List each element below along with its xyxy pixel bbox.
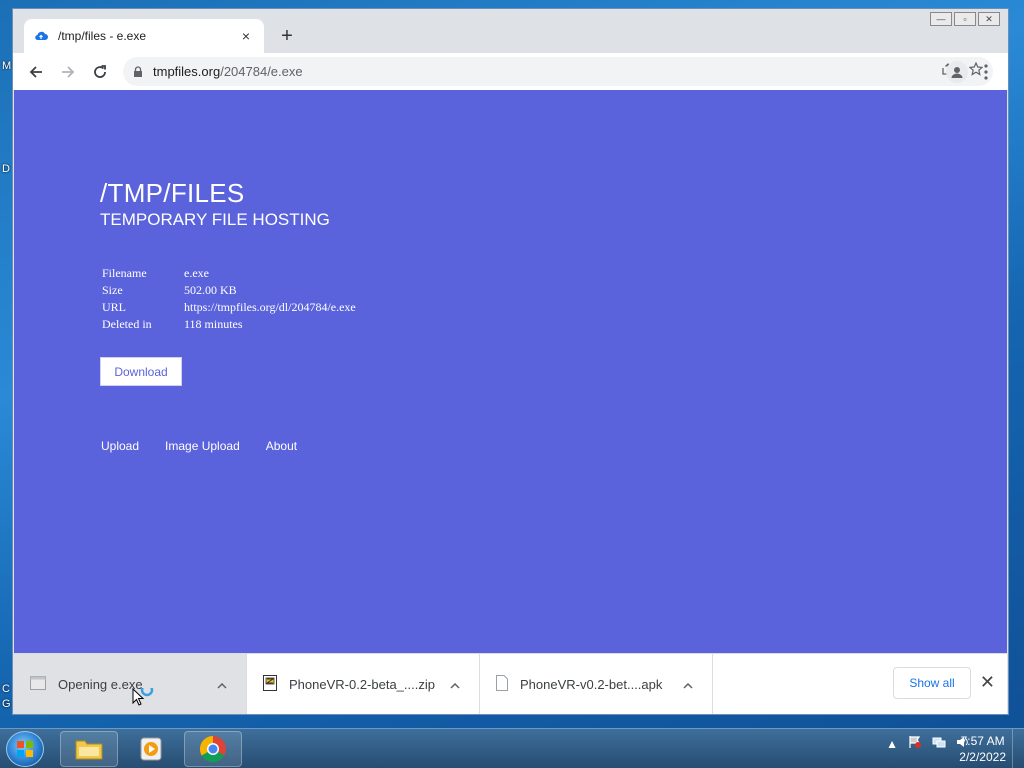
forward-button[interactable] xyxy=(52,58,84,86)
page-subtitle: TEMPORARY FILE HOSTING xyxy=(100,210,330,229)
info-value: 118 minutes xyxy=(184,317,243,331)
media-player-icon xyxy=(140,737,162,761)
reload-button[interactable] xyxy=(84,58,116,86)
info-key: Filename xyxy=(102,266,147,280)
chevron-up-icon[interactable] xyxy=(447,677,463,692)
close-shelf-icon[interactable]: ✕ xyxy=(980,672,995,693)
zip-archive-icon xyxy=(263,674,277,694)
url-text: tmpfiles.org/204784/e.exe xyxy=(153,64,303,79)
footer-nav: Upload Image Upload About xyxy=(101,439,297,453)
action-center-flag-icon[interactable] xyxy=(908,735,922,752)
tab-strip: /tmp/files - e.exe × + xyxy=(13,9,1008,55)
file-icon xyxy=(496,674,508,694)
reload-icon xyxy=(94,64,106,78)
info-key: Size xyxy=(102,283,123,297)
desktop-icon-label-fragment: D xyxy=(2,163,10,175)
file-info-table: Filename e.exe Size 502.00 KB URL https:… xyxy=(102,265,356,333)
info-value: 502.00 KB xyxy=(184,283,237,297)
table-row: Size 502.00 KB xyxy=(102,282,356,299)
download-item[interactable]: PhoneVR-v0.2-bet....apk xyxy=(480,654,713,714)
browser-toolbar: tmpfiles.org/204784/e.exe xyxy=(13,53,1008,90)
menu-kebab-icon[interactable] xyxy=(978,61,994,83)
browser-window: — ▫ ✕ /tmp/files - e.exe × + tmpfiles.or… xyxy=(12,8,1009,715)
info-value: https://tmpfiles.org/dl/204784/e.exe xyxy=(184,300,356,314)
download-button[interactable]: Download xyxy=(100,357,182,386)
table-row: Deleted in 118 minutes xyxy=(102,316,356,333)
tab-close-icon[interactable]: × xyxy=(238,28,254,44)
busy-cursor-icon xyxy=(132,683,154,715)
network-icon[interactable] xyxy=(932,735,946,752)
media-player-taskbar-button[interactable] xyxy=(122,731,180,767)
download-item[interactable]: Opening e.exe xyxy=(14,654,247,714)
chrome-taskbar-button[interactable] xyxy=(184,731,242,767)
exe-file-icon xyxy=(30,675,46,693)
system-tray: ▲ xyxy=(886,735,970,752)
page-title: /TMP/FILES xyxy=(100,178,245,208)
folder-icon xyxy=(75,740,103,760)
image-upload-link[interactable]: Image Upload xyxy=(165,439,240,453)
start-button[interactable] xyxy=(6,731,44,767)
new-tab-button[interactable]: + xyxy=(275,25,299,47)
desktop-icon-label-fragment: G xyxy=(2,698,11,710)
table-row: Filename e.exe xyxy=(102,265,356,282)
show-all-button[interactable]: Show all xyxy=(893,667,971,699)
profile-avatar-icon[interactable] xyxy=(946,61,968,83)
download-filename: PhoneVR-v0.2-bet....apk xyxy=(520,676,663,692)
arrow-left-icon xyxy=(29,65,42,78)
clock[interactable]: 7:57 AM 2/2/2022 xyxy=(959,733,1006,765)
about-link[interactable]: About xyxy=(266,439,297,453)
cloud-upload-icon xyxy=(34,28,50,44)
show-hidden-icons-icon[interactable]: ▲ xyxy=(886,737,898,751)
chrome-icon xyxy=(199,735,226,763)
upload-link[interactable]: Upload xyxy=(101,439,139,453)
arrow-right-icon xyxy=(62,65,75,78)
show-desktop-button[interactable] xyxy=(1012,729,1024,768)
info-key: Deleted in xyxy=(102,317,152,331)
download-item[interactable]: PhoneVR-0.2-beta_....zip xyxy=(247,654,480,714)
clock-date: 2/2/2022 xyxy=(959,750,1006,764)
windows-logo-icon xyxy=(17,741,33,757)
download-filename: PhoneVR-0.2-beta_....zip xyxy=(289,676,435,692)
browser-tab[interactable]: /tmp/files - e.exe × xyxy=(24,19,264,53)
desktop-icon-label-fragment: C xyxy=(2,683,10,695)
page-content: /TMP/FILES TEMPORARY FILE HOSTING Filena… xyxy=(14,90,1007,653)
download-shelf: Opening e.exe PhoneVR-0.2-beta_....zip P… xyxy=(14,653,1007,714)
explorer-taskbar-button[interactable] xyxy=(60,731,118,767)
clock-time: 7:57 AM xyxy=(960,734,1005,748)
info-value: e.exe xyxy=(184,266,209,280)
lock-icon xyxy=(134,65,142,77)
table-row: URL https://tmpfiles.org/dl/204784/e.exe xyxy=(102,299,356,316)
back-button[interactable] xyxy=(20,58,52,86)
info-key: URL xyxy=(102,300,126,314)
chevron-up-icon[interactable] xyxy=(214,677,230,692)
tab-title: /tmp/files - e.exe xyxy=(58,29,147,43)
desktop-icon-label-fragment: M xyxy=(2,60,12,72)
address-bar[interactable]: tmpfiles.org/204784/e.exe xyxy=(123,57,993,86)
chevron-up-icon[interactable] xyxy=(680,677,696,692)
taskbar: ▲ 7:57 AM 2/2/2022 xyxy=(0,728,1024,768)
